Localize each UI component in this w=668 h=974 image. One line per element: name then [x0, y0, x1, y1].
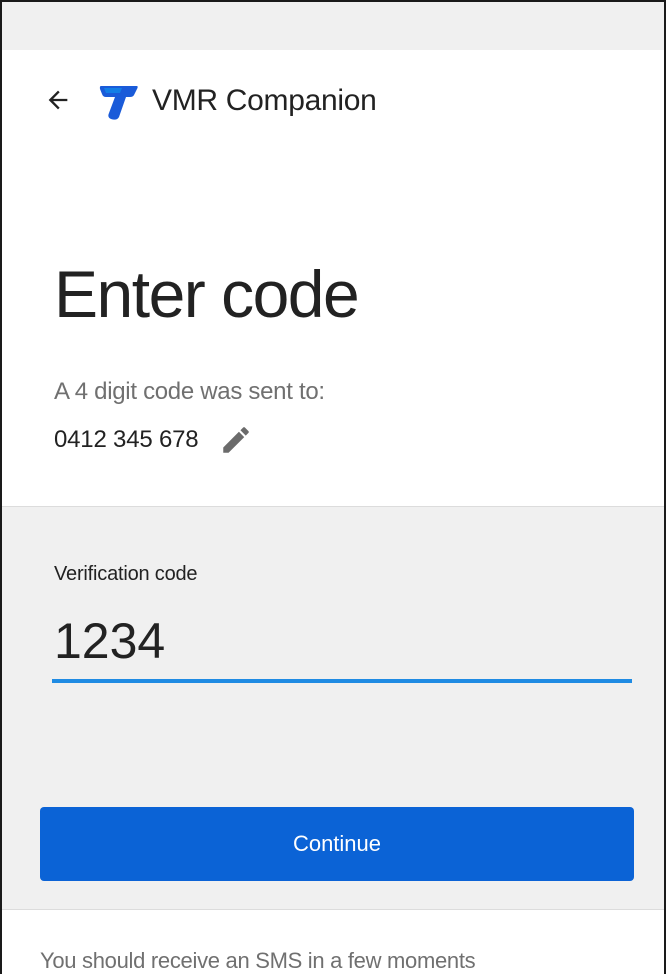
arrow-left-icon: [48, 90, 68, 110]
back-button[interactable]: [40, 82, 76, 118]
app-window: VMR Companion Enter code A 4 digit code …: [0, 0, 666, 974]
verification-code-label: Verification code: [54, 563, 198, 585]
telstra-logo-icon: [99, 86, 138, 120]
intro-section: Enter code A 4 digit code was sent to: 0…: [2, 152, 664, 507]
sms-note: You should receive an SMS in a few momen…: [40, 948, 476, 973]
status-bar: [2, 2, 664, 50]
phone-number: 0412 345 678: [54, 426, 199, 453]
app-title: VMR Companion: [152, 84, 377, 117]
continue-button[interactable]: Continue: [40, 807, 634, 881]
verification-form: Verification code Continue: [2, 507, 664, 909]
page-title: Enter code: [54, 257, 360, 331]
footer: You should receive an SMS in a few momen…: [2, 909, 664, 974]
edit-phone-button[interactable]: [218, 422, 254, 458]
verification-code-input[interactable]: [52, 603, 632, 683]
phone-row: 0412 345 678: [54, 422, 254, 458]
code-sent-label: A 4 digit code was sent to:: [54, 378, 325, 405]
app-header: VMR Companion: [2, 50, 664, 152]
pencil-icon: [223, 427, 250, 453]
